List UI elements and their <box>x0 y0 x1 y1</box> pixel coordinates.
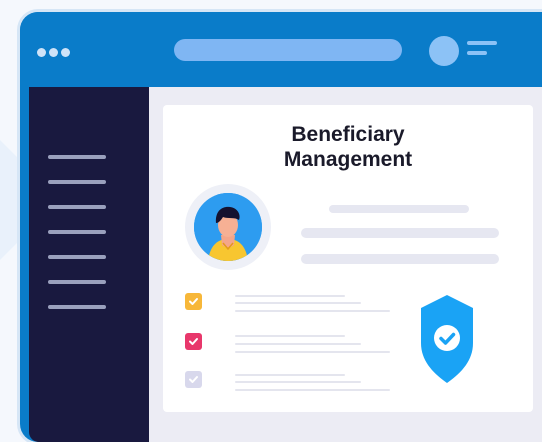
sidebar-item[interactable] <box>48 180 106 184</box>
hamburger-icon[interactable] <box>467 41 497 61</box>
checklist-line <box>235 381 361 383</box>
avatar <box>185 184 271 270</box>
placeholder-line <box>301 228 499 238</box>
title-line-2: Management <box>283 148 413 171</box>
sidebar-item[interactable] <box>48 230 106 234</box>
sidebar-item[interactable] <box>48 305 106 309</box>
checklist-line <box>235 310 390 312</box>
sidebar-item[interactable] <box>48 280 106 284</box>
sidebar <box>29 87 149 442</box>
window-topbar <box>20 12 542 87</box>
window-dots-icon <box>37 44 73 62</box>
sidebar-item[interactable] <box>48 205 106 209</box>
search-bar[interactable] <box>174 39 402 61</box>
checklist-line <box>235 389 390 391</box>
sidebar-item[interactable] <box>48 255 106 259</box>
checkbox-icon[interactable] <box>185 293 202 310</box>
sidebar-item[interactable] <box>48 155 106 159</box>
checklist-line <box>235 351 390 353</box>
checklist-line <box>235 295 345 297</box>
avatar-icon <box>194 193 262 261</box>
checkbox-icon[interactable] <box>185 333 202 350</box>
profile-icon[interactable] <box>429 36 459 66</box>
checklist-line <box>235 302 361 304</box>
checklist-line <box>235 343 361 345</box>
profile-card: Beneficiary Management <box>163 105 533 412</box>
content-area: Beneficiary Management <box>149 87 542 442</box>
checkbox-icon[interactable] <box>185 371 202 388</box>
placeholder-line <box>301 254 499 264</box>
page-title: Beneficiary Management <box>258 122 438 172</box>
browser-window: Beneficiary Management <box>20 12 542 442</box>
title-line-1: Beneficiary <box>291 123 405 146</box>
checklist-line <box>235 335 345 337</box>
placeholder-line <box>329 205 469 213</box>
checklist-line <box>235 374 345 376</box>
shield-check-icon <box>421 295 473 383</box>
